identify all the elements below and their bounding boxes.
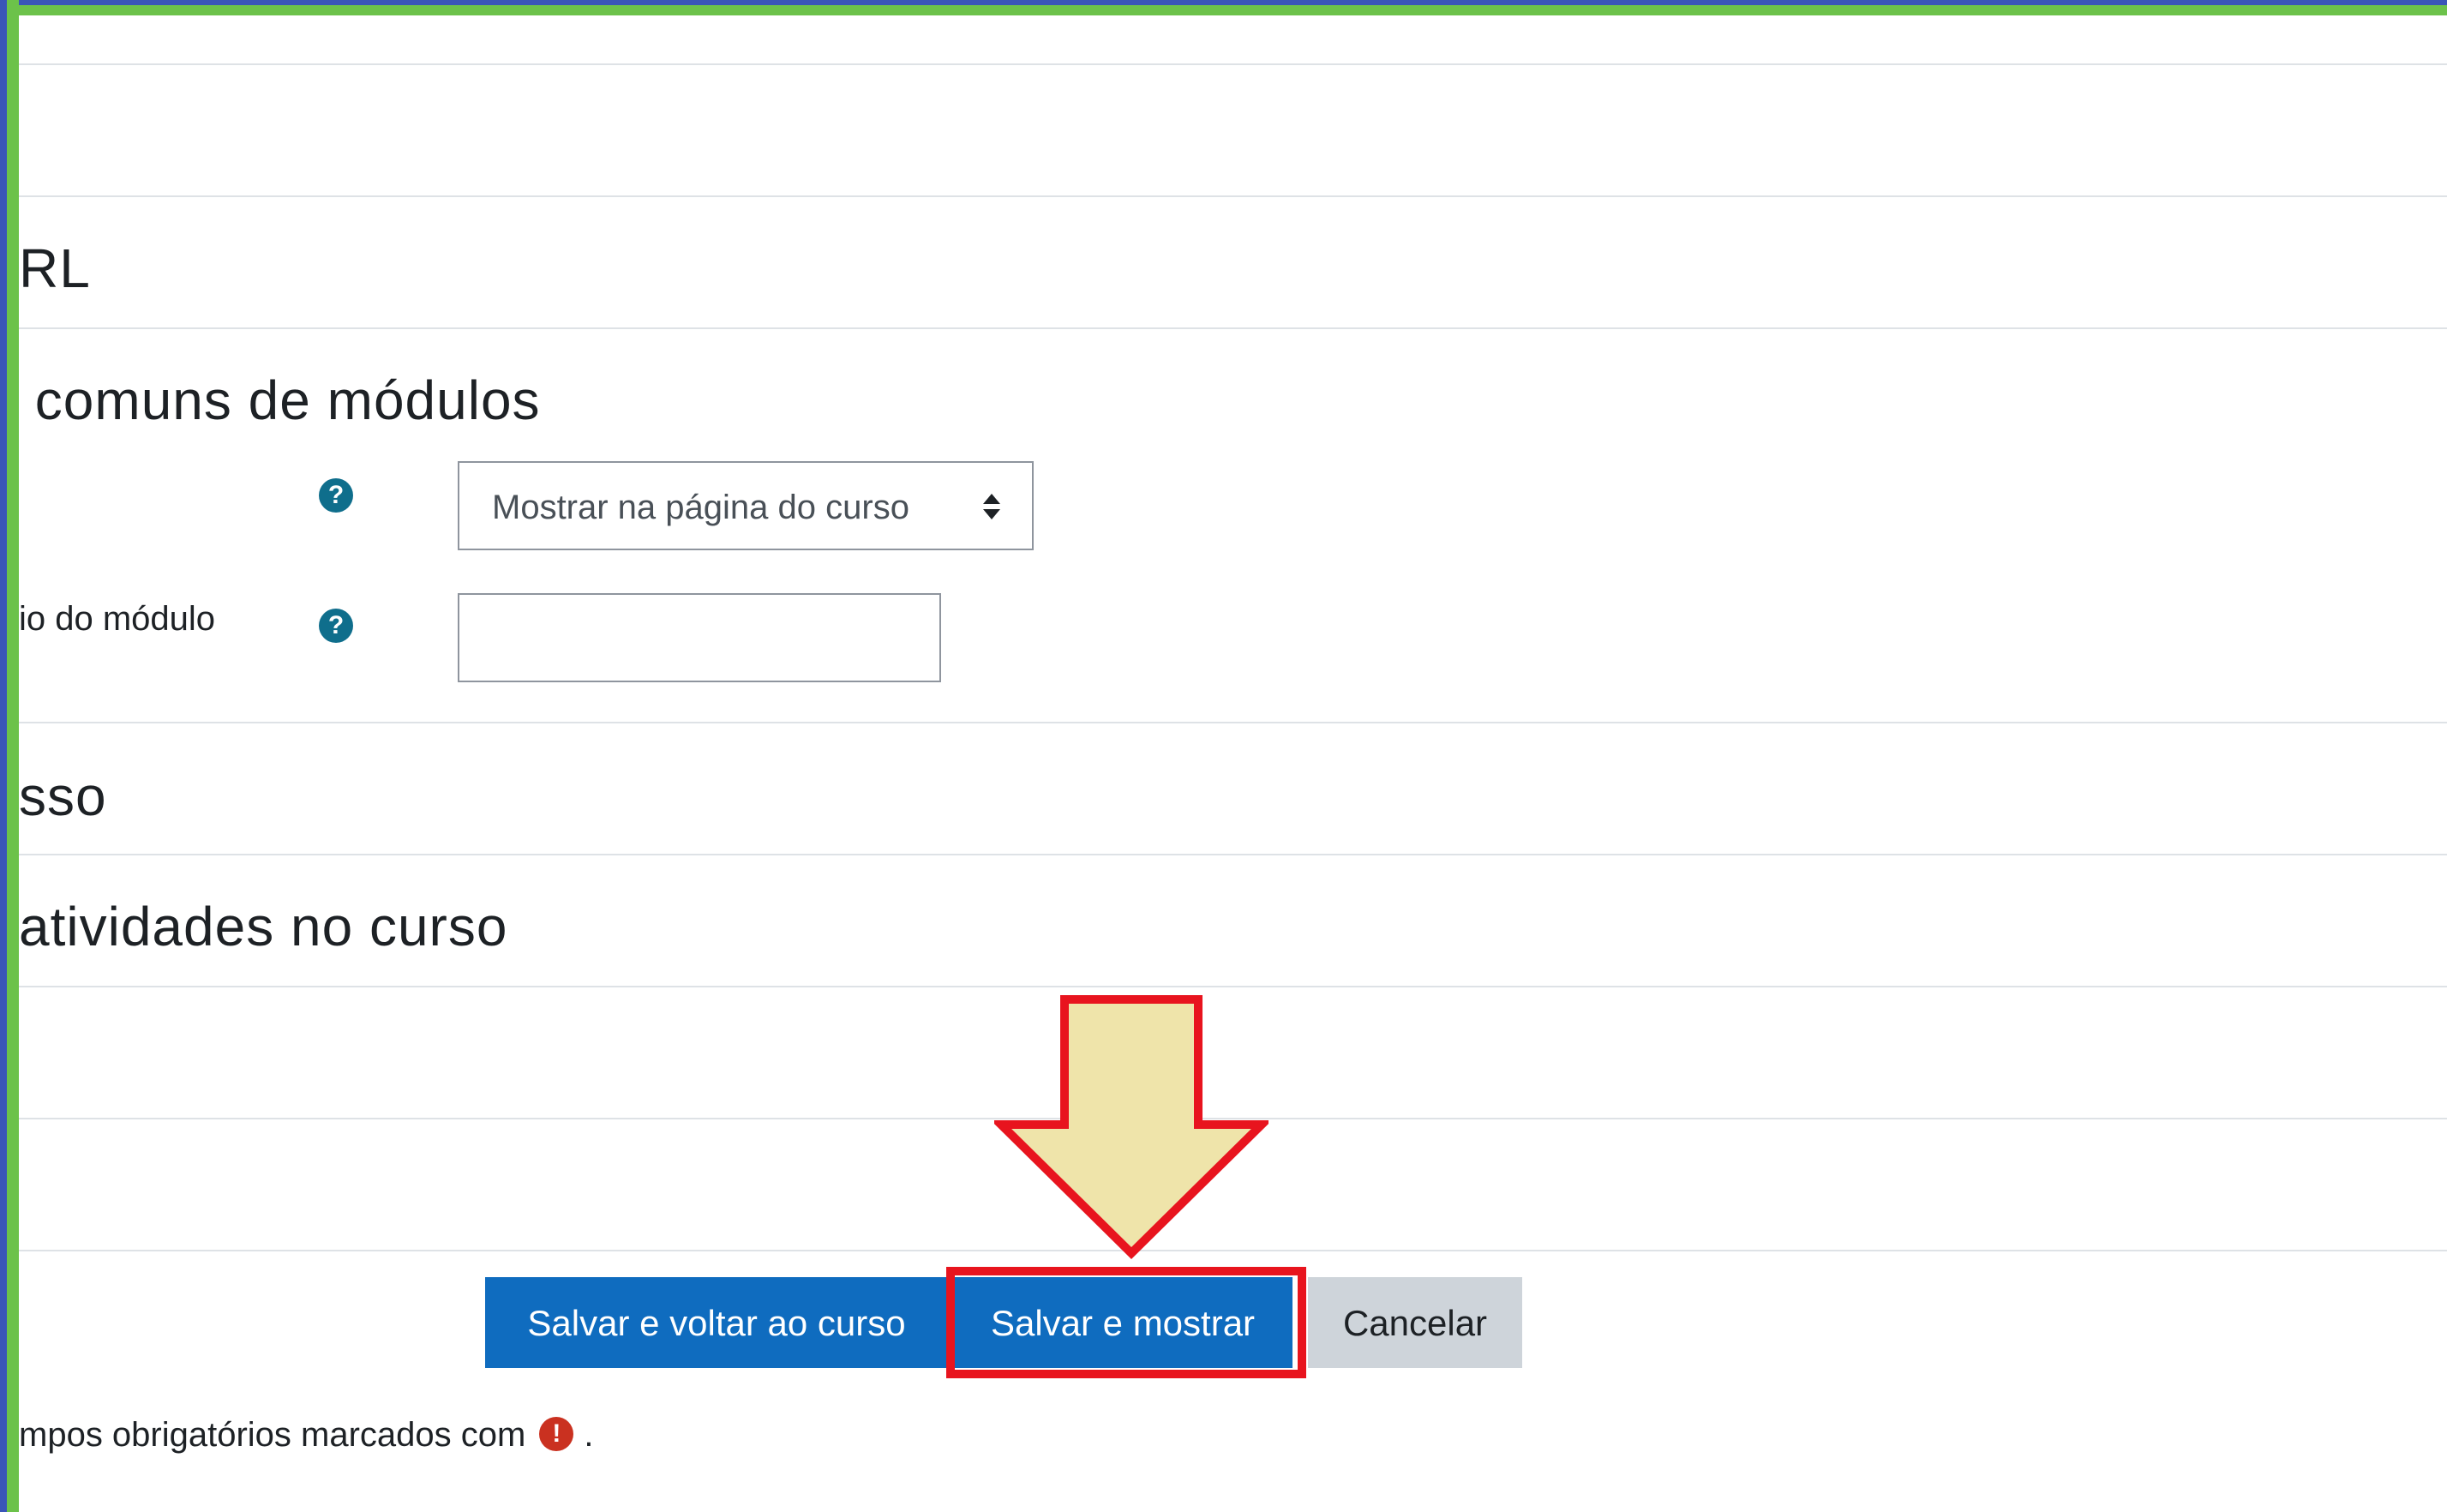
availability-select-value: Mostrar na página do curso <box>492 489 909 526</box>
availability-select[interactable]: Mostrar na página do curso <box>458 461 1034 550</box>
required-fields-period: . <box>584 1416 594 1454</box>
sort-caret-icon <box>983 494 1000 519</box>
required-fields-text: mpos obrigatórios marcados com <box>19 1416 526 1454</box>
section-heading-access[interactable]: sso <box>19 765 107 828</box>
required-fields-note: mpos obrigatórios marcados com!. <box>19 1416 593 1456</box>
divider <box>19 195 2447 197</box>
section-heading-url[interactable]: RL <box>19 237 91 300</box>
help-icon[interactable]: ? <box>319 609 353 643</box>
highlight-box <box>946 1267 1306 1378</box>
divider <box>19 722 2447 723</box>
section-heading-activities[interactable]: atividades no curso <box>19 895 507 958</box>
divider <box>19 986 2447 987</box>
required-icon: ! <box>539 1417 574 1452</box>
window-frame-left <box>0 0 19 1512</box>
id-number-label: io do módulo <box>19 600 216 638</box>
save-and-return-button[interactable]: Salvar e voltar ao curso <box>485 1277 948 1368</box>
window-frame-top <box>0 0 2447 15</box>
divider <box>19 854 2447 855</box>
cancel-button[interactable]: Cancelar <box>1308 1277 1522 1368</box>
help-icon[interactable]: ? <box>319 478 353 513</box>
down-arrow-icon <box>994 995 1268 1260</box>
section-heading-common-modules[interactable]: comuns de módulos <box>19 369 541 432</box>
id-number-input[interactable] <box>458 593 941 682</box>
divider <box>19 327 2447 329</box>
divider <box>19 63 2447 65</box>
